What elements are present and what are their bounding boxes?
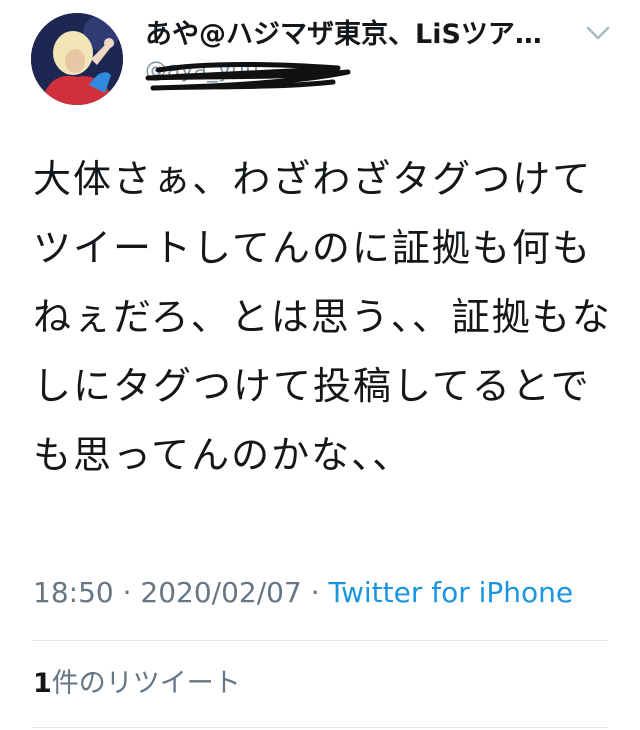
tweet-date[interactable]: 2020/02/07 (140, 576, 301, 609)
meta-separator: · (301, 576, 329, 609)
retweet-stat[interactable]: 1件のリツイート (33, 666, 241, 702)
tweet-header: あや@ハジマザ東京、LiSツア… @aya_yuu (0, 0, 640, 120)
tweet-meta: 18:50 · 2020/02/07 · Twitter for iPhone (33, 573, 573, 613)
tweet-text: 大体さぁ、わざわざタグつけてツイートしてんのに証拠も何もねぇだろ、とは思う、、証… (33, 157, 612, 477)
chevron-down-icon[interactable] (584, 22, 612, 44)
divider (33, 640, 608, 641)
redaction-scribble (145, 62, 351, 91)
tweet-time[interactable]: 18:50 (33, 576, 114, 609)
divider (33, 727, 608, 728)
meta-separator: · (113, 576, 141, 609)
retweet-count: 1 (33, 668, 52, 699)
retweet-label: 件のリツイート (51, 668, 241, 699)
tweet-source-link[interactable]: Twitter for iPhone (329, 576, 574, 609)
avatar[interactable] (31, 13, 123, 105)
display-name[interactable]: あや@ハジマザ東京、LiSツア… (145, 18, 585, 52)
